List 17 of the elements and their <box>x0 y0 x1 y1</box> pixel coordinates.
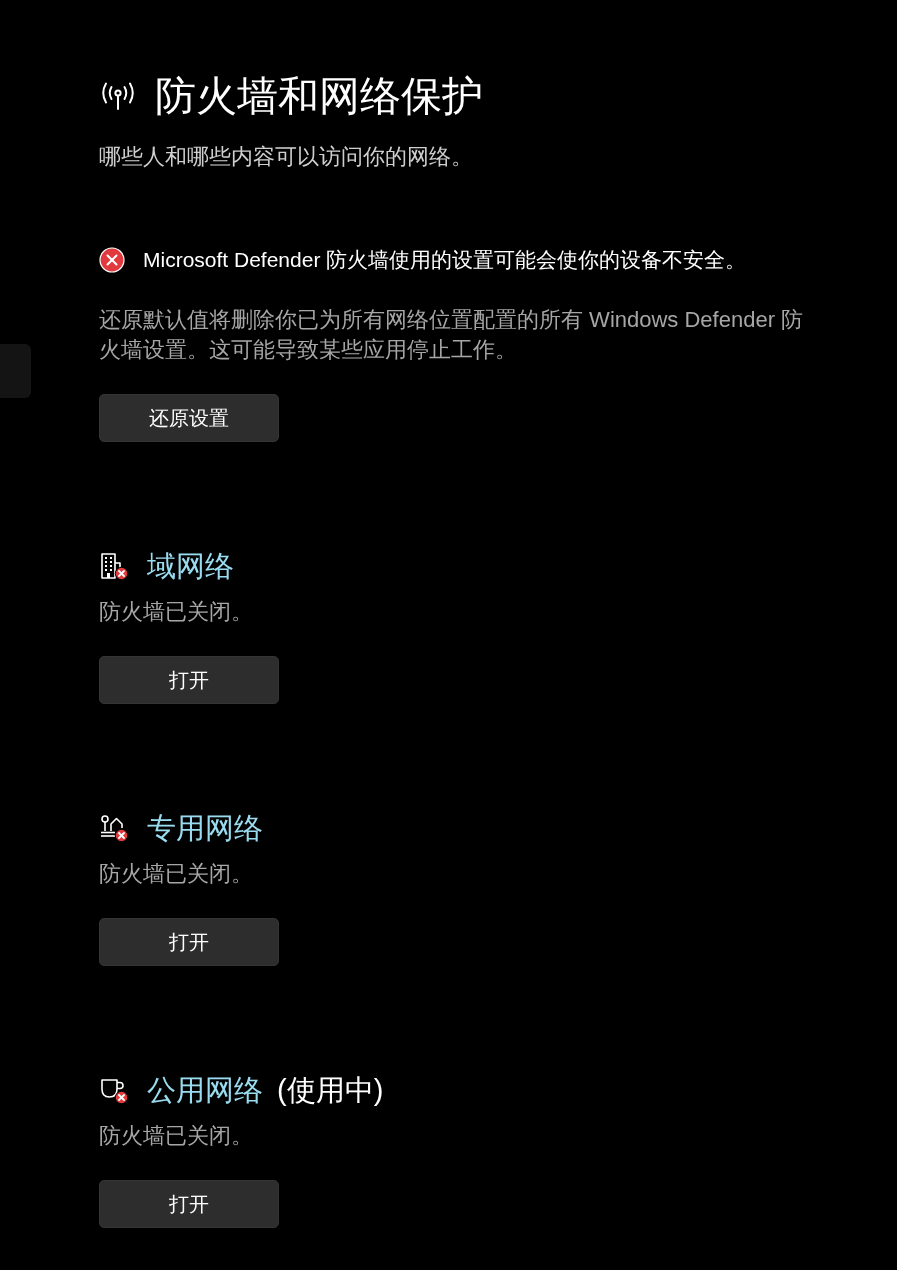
turn-on-button[interactable]: 打开 <box>99 918 279 966</box>
antenna-icon <box>100 82 136 110</box>
alert-description: 还原默认值将删除你已为所有网络位置配置的所有 Windows Defender 防火墙设置。这可能导致某些应用停止工作。 <box>99 306 805 364</box>
network-status: 防火墙已关闭。 <box>99 860 254 888</box>
network-status: 防火墙已关闭。 <box>99 598 254 626</box>
turn-on-button[interactable]: 打开 <box>99 656 279 704</box>
restore-button[interactable]: 还原设置 <box>99 394 279 442</box>
network-title: 域网络 <box>147 549 234 584</box>
network-status: 防火墙已关闭。 <box>99 1122 254 1150</box>
page-title: 防火墙和网络保护 <box>155 72 483 121</box>
in-use-label: (使用中) <box>277 1073 384 1108</box>
alert-message: Microsoft Defender 防火墙使用的设置可能会使你的设备不安全。 <box>143 247 747 273</box>
network-title: 专用网络 <box>147 811 263 846</box>
turn-on-button[interactable]: 打开 <box>99 1180 279 1228</box>
network-title: 公用网络 <box>147 1073 263 1108</box>
page-subtitle: 哪些人和哪些内容可以访问你的网络。 <box>99 143 474 171</box>
error-icon <box>99 247 125 273</box>
